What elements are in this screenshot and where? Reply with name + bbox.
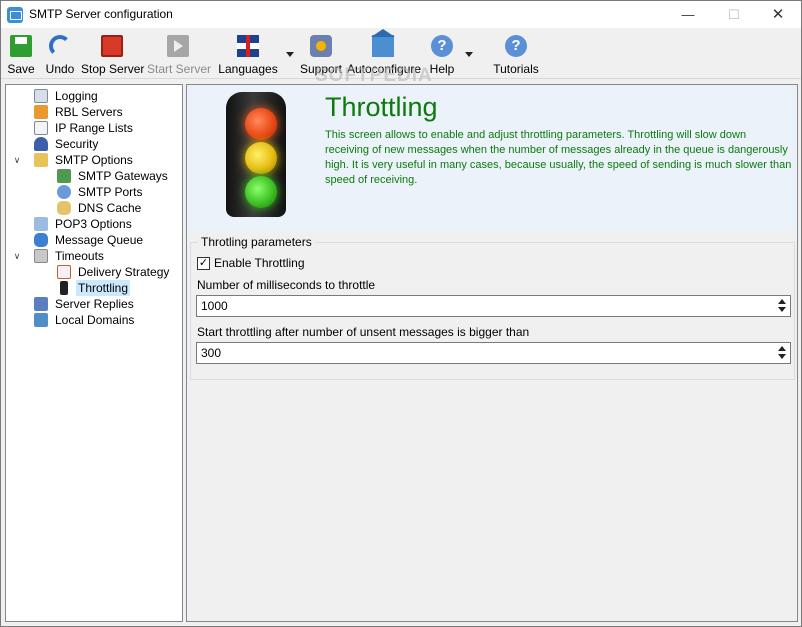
languages-dropdown-arrow[interactable] bbox=[286, 52, 294, 57]
spin-down-icon[interactable] bbox=[778, 354, 786, 359]
house-icon bbox=[371, 29, 395, 57]
domain-icon bbox=[34, 313, 48, 327]
database-icon bbox=[57, 201, 71, 215]
lock-folder-icon bbox=[34, 153, 48, 167]
queue-icon bbox=[34, 233, 48, 247]
save-icon bbox=[10, 35, 32, 57]
spin-down-icon[interactable] bbox=[778, 307, 786, 312]
milliseconds-spin-buttons[interactable] bbox=[776, 298, 788, 314]
tutorials-icon: ? bbox=[505, 35, 527, 57]
settings-tree: Logging RBL Servers IP Range Lists Secur… bbox=[5, 84, 183, 622]
yellow-light-icon bbox=[245, 142, 277, 174]
content-panel: Throttling This screen allows to enable … bbox=[186, 84, 798, 622]
tutorials-button[interactable]: ? Tutorials bbox=[491, 32, 541, 76]
undo-button[interactable]: Undo bbox=[41, 32, 79, 76]
start-server-button[interactable]: Start Server bbox=[147, 32, 211, 76]
close-button[interactable]: ✕ bbox=[755, 1, 801, 28]
gateway-icon bbox=[57, 169, 71, 183]
maximize-button[interactable]: ☐ bbox=[711, 1, 757, 28]
languages-button[interactable]: Languages bbox=[217, 32, 279, 76]
stop-server-button[interactable]: Stop Server bbox=[81, 32, 144, 76]
log-icon bbox=[34, 89, 48, 103]
page-description: This screen allows to enable and adjust … bbox=[325, 129, 792, 186]
green-light-icon bbox=[245, 176, 277, 208]
mail-icon bbox=[34, 217, 48, 231]
unsent-messages-spinbox[interactable]: 300 bbox=[196, 342, 791, 364]
help-dropdown-arrow[interactable] bbox=[465, 52, 473, 57]
start-icon bbox=[167, 35, 189, 57]
user-icon bbox=[34, 137, 48, 151]
help-icon: ? bbox=[431, 35, 453, 57]
uk-flag-icon bbox=[237, 35, 259, 57]
list-icon bbox=[34, 121, 48, 135]
unsent-messages-label: Start throttling after number of unsent … bbox=[197, 325, 530, 339]
milliseconds-value: 1000 bbox=[201, 299, 228, 313]
ports-icon bbox=[57, 185, 71, 199]
red-light-icon bbox=[245, 108, 277, 140]
app-icon bbox=[7, 7, 23, 23]
support-icon bbox=[310, 35, 332, 57]
throttling-parameters-group: Throtling parameters ✓ Enable Throttling… bbox=[190, 235, 795, 380]
spin-up-icon[interactable] bbox=[778, 299, 786, 304]
unsent-messages-spin-buttons[interactable] bbox=[776, 345, 788, 361]
page-header: Throttling This screen allows to enable … bbox=[188, 86, 796, 231]
milliseconds-label: Number of milliseconds to throttle bbox=[197, 278, 376, 292]
rbl-icon bbox=[34, 105, 48, 119]
main-window: SMTP Server configuration — ☐ ✕ Save Und… bbox=[0, 0, 802, 627]
save-button[interactable]: Save bbox=[3, 32, 39, 76]
calendar-icon bbox=[57, 265, 71, 279]
window-title: SMTP Server configuration bbox=[29, 7, 173, 21]
toolbar: Save Undo Stop Server Start Server Langu… bbox=[1, 28, 801, 86]
page-title: Throttling bbox=[325, 92, 438, 122]
group-title: Throtling parameters bbox=[198, 235, 315, 249]
undo-icon bbox=[49, 35, 71, 57]
unsent-messages-value: 300 bbox=[201, 346, 222, 360]
clock-icon bbox=[34, 249, 48, 263]
title-bar: SMTP Server configuration — ☐ ✕ bbox=[1, 1, 801, 28]
checkmark-icon[interactable]: ✓ bbox=[197, 257, 210, 270]
minimize-button[interactable]: — bbox=[665, 1, 711, 28]
smtp-options-expander[interactable]: ∨ bbox=[12, 155, 22, 165]
milliseconds-spinbox[interactable]: 1000 bbox=[196, 295, 791, 317]
timeouts-expander[interactable]: ∨ bbox=[12, 251, 22, 261]
stop-icon bbox=[101, 35, 123, 57]
traffic-light-icon bbox=[60, 281, 68, 295]
server-icon bbox=[34, 297, 48, 311]
spin-up-icon[interactable] bbox=[778, 346, 786, 351]
